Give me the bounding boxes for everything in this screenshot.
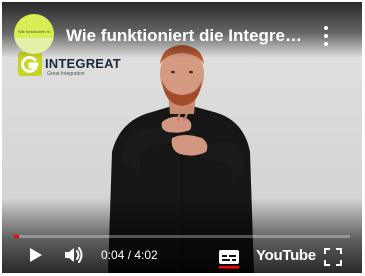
duration: 4:02 [134,248,158,262]
avatar-tint [14,38,54,54]
current-time: 0:04 [101,248,125,262]
subtitles-icon[interactable] [218,247,240,273]
channel-avatar[interactable]: Wie funktioniert Integreat [14,14,54,54]
youtube-logo[interactable]: YouTube [256,247,316,264]
volume-icon[interactable] [63,245,85,270]
time-separator: / [124,248,135,262]
progress-played [14,235,20,238]
video-title[interactable]: Wie funktioniert die Integreat... [66,26,306,46]
video-player[interactable]: INTEGREAT Great Integration Wie funktion… [2,2,362,273]
progress-bar[interactable] [14,235,350,238]
play-icon[interactable] [26,246,44,269]
brand-name: INTEGREAT [45,56,121,71]
fullscreen-icon[interactable] [324,248,342,271]
brand-tagline: Great Integration [47,71,85,77]
more-vert-icon[interactable] [320,26,332,46]
time-display: 0:04 / 4:02 [101,248,158,262]
avatar-text: Wie funktioniert Integreat [18,29,50,34]
